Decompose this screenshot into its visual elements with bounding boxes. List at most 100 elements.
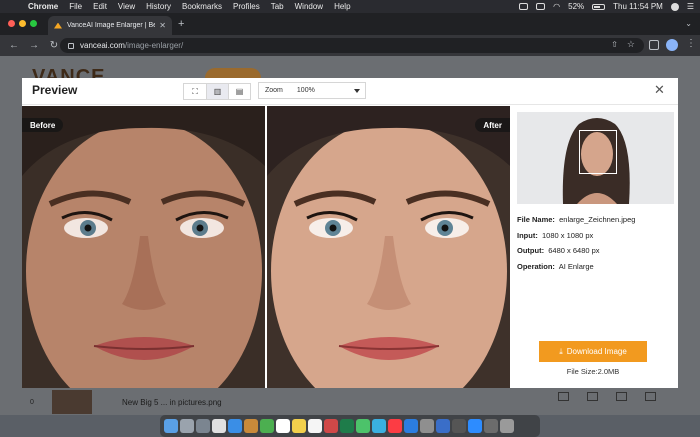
split-view-icon[interactable]: ▥	[206, 84, 228, 99]
screen-record-icon[interactable]	[519, 3, 529, 10]
notes-brown-icon[interactable]	[244, 419, 258, 433]
bookmark-star-icon[interactable]: ☆	[627, 39, 635, 50]
vpn-icon[interactable]	[452, 419, 466, 433]
file-name-label: File Name:	[517, 215, 555, 224]
input-label: Input:	[517, 230, 538, 240]
new-tab-icon[interactable]: +	[178, 18, 184, 30]
download-image-button[interactable]: ⤓ Download Image	[539, 341, 647, 362]
menu-tab[interactable]: Tab	[271, 2, 284, 11]
input-value: 1080 x 1080 px	[542, 230, 594, 240]
row-file-name: New Big 5 ... in pictures.png	[122, 397, 222, 407]
menu-history[interactable]: History	[146, 2, 171, 11]
contacts-icon[interactable]	[212, 419, 226, 433]
word-icon[interactable]	[436, 419, 450, 433]
url-path: /image-enlarger/	[124, 41, 184, 50]
operation-label: Operation:	[517, 261, 555, 271]
modal-title: Preview	[32, 83, 78, 97]
wifi-icon[interactable]: ◠	[553, 2, 560, 11]
finder-icon[interactable]	[164, 419, 178, 433]
music-icon[interactable]	[388, 419, 402, 433]
close-tab-icon[interactable]: ✕	[159, 21, 166, 30]
battery-icon[interactable]	[592, 3, 606, 10]
close-window-icon[interactable]	[8, 20, 15, 27]
facetime-icon[interactable]	[372, 419, 386, 433]
siri-dock-icon[interactable]	[180, 419, 194, 433]
url-host: vanceai.com	[80, 41, 125, 50]
row-download-icon	[616, 392, 627, 401]
viewport-selection-box[interactable]	[579, 130, 617, 174]
side-panel-icon[interactable]	[649, 40, 659, 50]
safari-icon[interactable]	[228, 419, 242, 433]
after-label: After	[475, 118, 510, 132]
portrait-before	[22, 106, 265, 388]
tab-search-chevron-icon[interactable]: ⌄	[685, 19, 692, 28]
info-output: Output: 6480 x 6480 px	[517, 243, 635, 259]
zoom-window-icon[interactable]	[30, 20, 37, 27]
share-icon[interactable]: ⇧	[611, 40, 618, 49]
tab-vanceai[interactable]: VanceAI Image Enlarger | Best ✕	[48, 16, 172, 35]
menu-help[interactable]: Help	[334, 2, 350, 11]
chrome-icon[interactable]	[260, 419, 274, 433]
menu-file[interactable]: File	[69, 2, 82, 11]
after-image: After	[267, 106, 510, 388]
trash-icon[interactable]	[500, 419, 514, 433]
minimize-window-icon[interactable]	[19, 20, 26, 27]
profile-avatar-icon[interactable]	[666, 39, 678, 51]
macos-dock	[160, 415, 540, 437]
notes-icon[interactable]	[292, 419, 306, 433]
photos-icon[interactable]	[324, 419, 338, 433]
menu-app-name[interactable]: Chrome	[28, 2, 58, 11]
side-by-side-view-icon[interactable]: ▤	[228, 84, 250, 99]
back-icon[interactable]: ←	[8, 40, 20, 51]
excel-icon[interactable]	[340, 419, 354, 433]
launchpad-icon[interactable]	[196, 419, 210, 433]
image-info-panel: File Name: enlarge_Zeichnen.jpeg Input: …	[512, 106, 678, 388]
before-after-compare[interactable]: Before After	[22, 106, 512, 388]
battery-percent: 52%	[568, 2, 585, 11]
row-delete-icon	[645, 392, 656, 401]
menu-edit[interactable]: Edit	[93, 2, 107, 11]
output-value: 6480 x 6480 px	[548, 246, 600, 255]
menu-profiles[interactable]: Profiles	[233, 2, 260, 11]
display-icon[interactable]	[536, 3, 546, 10]
zoom-label: Zoom	[265, 87, 283, 94]
menu-window[interactable]: Window	[295, 2, 323, 11]
url-text: vanceai.com/image-enlarger/	[80, 41, 183, 50]
row-preview-icon	[558, 392, 569, 401]
row-share-icon	[587, 392, 598, 401]
zoom-app-icon[interactable]	[468, 419, 482, 433]
app-store-icon[interactable]	[404, 419, 418, 433]
forward-icon[interactable]: →	[28, 40, 40, 51]
file-name-value: enlarge_Zeichnen.jpeg	[559, 215, 636, 224]
preview-modal: Preview ⛶ ▥ ▤ Zoom 100% ✕ Before After F…	[22, 78, 678, 388]
more-menu-icon[interactable]: ⋮	[686, 38, 696, 49]
close-icon[interactable]: ✕	[654, 82, 665, 98]
fit-view-icon[interactable]: ⛶	[184, 84, 206, 99]
reminders-icon[interactable]	[308, 419, 322, 433]
control-center-icon[interactable]: ☰	[687, 2, 694, 11]
row-thumbnail	[52, 390, 92, 414]
browser-tab-strip: VanceAI Image Enlarger | Best ✕ + ⌄	[0, 13, 700, 35]
file-size: File Size:2.0MB	[566, 367, 620, 376]
navigator-thumbnail[interactable]	[517, 112, 674, 204]
siri-icon[interactable]	[670, 2, 679, 11]
info-operation: Operation: AI Enlarge	[517, 259, 635, 275]
calendar-icon[interactable]	[276, 419, 290, 433]
system-preferences-icon[interactable]	[420, 419, 434, 433]
address-bar[interactable]: vanceai.com/image-enlarger/ ⇧ ☆	[60, 38, 644, 53]
output-label: Output:	[517, 246, 545, 255]
preview-app-icon[interactable]	[484, 419, 498, 433]
reload-icon[interactable]: ↻	[48, 40, 60, 51]
messages-icon[interactable]	[356, 419, 370, 433]
clock[interactable]: Thu 11:54 PM	[613, 2, 663, 11]
before-image: Before	[22, 106, 265, 388]
macos-menu-bar: Chrome File Edit View History Bookmarks …	[0, 0, 700, 13]
lock-icon[interactable]	[68, 42, 74, 49]
menu-bookmarks[interactable]: Bookmarks	[182, 2, 222, 11]
zoom-select[interactable]: Zoom 100%	[258, 82, 366, 99]
status-area: ◠ 52% Thu 11:54 PM ☰	[519, 0, 694, 13]
menu-view[interactable]: View	[118, 2, 135, 11]
browser-toolbar: ← → ↻ vanceai.com/image-enlarger/ ⇧ ☆ ⋮	[0, 35, 700, 56]
before-label: Before	[22, 118, 64, 132]
operation-value: AI Enlarge	[558, 261, 594, 271]
